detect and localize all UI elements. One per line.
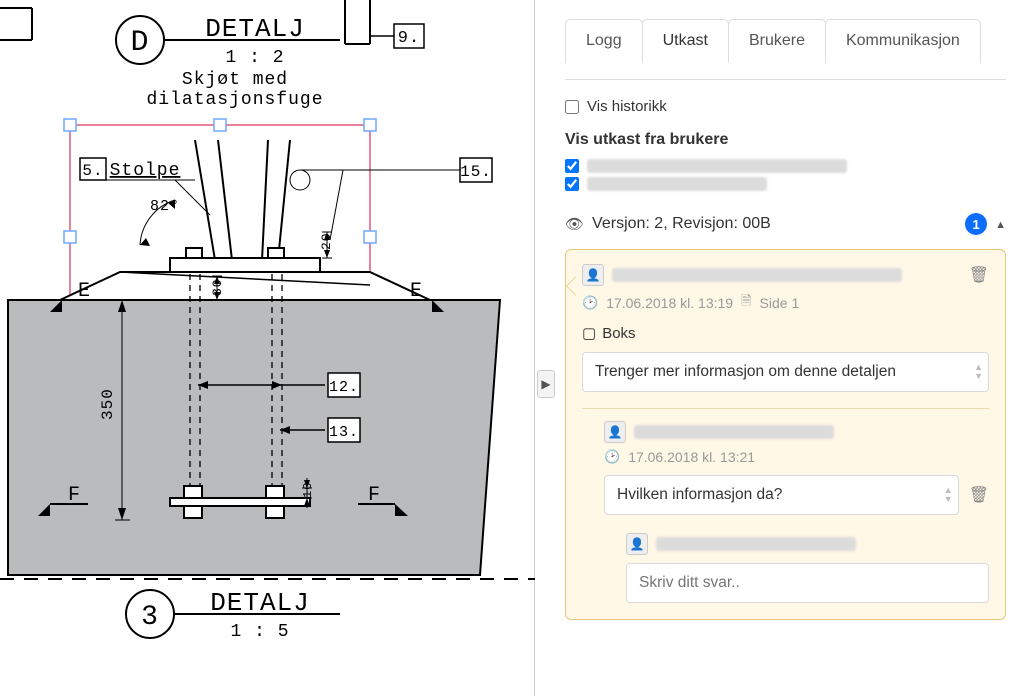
comment-thread: 👤 🗑 🕑 17.06.2018 kl. 13:19 🗎 Side 1 ▢ Bo… <box>565 249 1006 620</box>
user-filter-1-input[interactable] <box>565 159 579 173</box>
eye-icon <box>565 215 584 234</box>
user-filter-1-name <box>587 159 847 173</box>
callout-5: 5. <box>82 162 103 180</box>
from-users-heading: Vis utkast fra brukere <box>565 131 1006 149</box>
callout-9: 9. <box>398 29 420 48</box>
tab-bar: Logg Utkast Brukere Kommunikasjon <box>565 18 1006 62</box>
tabs-underline <box>565 79 1006 80</box>
callout-12: 12. <box>329 379 359 396</box>
detail-d-sub2: dilatasjonsfuge <box>146 90 323 110</box>
dim-20: 20 <box>319 232 334 250</box>
tab-logg[interactable]: Logg <box>565 19 643 63</box>
detail-3-scale: 1 : 5 <box>230 622 289 642</box>
show-history-input[interactable] <box>565 100 579 114</box>
detail-3-title: DETALJ <box>210 588 310 618</box>
reply-author <box>634 425 834 439</box>
clock-icon: 🕑 <box>582 295 598 311</box>
box-icon: ▢ <box>582 324 596 342</box>
delete-comment-button[interactable]: 🗑 <box>969 265 989 285</box>
tab-kommunikasjon[interactable]: Kommunikasjon <box>825 19 981 63</box>
comment-spinner[interactable]: ▲▼ <box>974 363 983 381</box>
avatar-icon: 👤 <box>604 421 626 443</box>
reply-timestamp: 17.06.2018 kl. 13:21 <box>628 449 755 465</box>
dim-10: 10 <box>301 482 315 498</box>
tab-brukere[interactable]: Brukere <box>728 19 826 63</box>
reply-spinner[interactable]: ▲▼ <box>944 486 953 504</box>
show-history-checkbox[interactable]: Vis historikk <box>565 98 1006 115</box>
user-filter-2[interactable] <box>565 177 1006 191</box>
version-text: Versjon: 2, Revisjon: 00B <box>592 215 771 233</box>
count-badge: 1 <box>965 213 987 235</box>
drawing-viewport[interactable]: D DETALJ 1 : 2 Skjøt med dilatasjonsfuge… <box>0 0 535 696</box>
avatar-icon: 👤 <box>626 533 648 555</box>
comment-text[interactable]: Trenger mer informasjon om denne detalje… <box>582 352 989 392</box>
reply2-author <box>656 537 856 551</box>
tab-utkast[interactable]: Utkast <box>642 19 729 63</box>
user-filter-2-input[interactable] <box>565 177 579 191</box>
detail-d-scale: 1 : 2 <box>225 48 284 68</box>
detail-3-letter: 3 <box>141 602 159 633</box>
detail-d-letter: D <box>130 26 149 60</box>
comment-timestamp: 17.06.2018 kl. 13:19 <box>606 295 733 311</box>
delete-reply-button[interactable]: 🗑 <box>969 485 989 505</box>
clock-icon: 🕑 <box>604 449 620 465</box>
user-filter-1[interactable] <box>565 159 1006 173</box>
boks-label: Boks <box>602 325 635 342</box>
detail-d-sub1: Skjøt med <box>182 70 288 90</box>
version-row[interactable]: Versjon: 2, Revisjon: 00B 1 <box>565 213 1006 235</box>
callout-13: 13. <box>329 424 359 441</box>
label-stolpe: Stolpe <box>110 161 181 181</box>
comment-author <box>612 268 902 282</box>
chevron-right-icon: ▶ <box>541 377 550 391</box>
dim-30: 30 <box>210 278 225 296</box>
reply-text[interactable]: Hvilken informasjon da? <box>604 475 959 515</box>
avatar-icon: 👤 <box>582 264 604 286</box>
pane-resize-handle[interactable]: ▶ <box>537 370 555 398</box>
show-history-label: Vis historikk <box>587 98 667 115</box>
page-icon: 🗎 <box>741 292 751 314</box>
reply-input[interactable] <box>626 563 989 603</box>
comment-page: Side 1 <box>760 295 800 311</box>
user-filter-2-name <box>587 177 767 191</box>
side-panel: Logg Utkast Brukere Kommunikasjon Vis hi… <box>535 0 1024 696</box>
detail-d-title: DETALJ <box>205 14 305 44</box>
collapse-icon[interactable] <box>995 215 1006 233</box>
callout-15: 15. <box>460 163 492 181</box>
dim-angle: 82° <box>150 198 180 215</box>
dim-350: 350 <box>99 388 117 420</box>
